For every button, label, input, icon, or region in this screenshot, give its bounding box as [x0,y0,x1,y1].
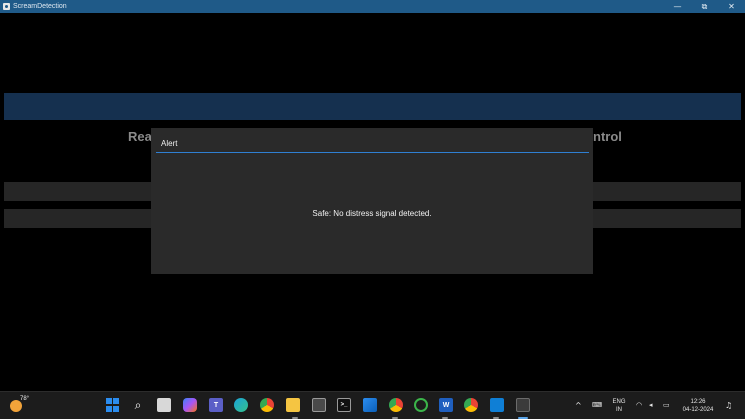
language-indicator[interactable]: ENG IN [609,398,629,414]
vscode-icon[interactable] [490,398,504,412]
weather-widget[interactable]: 78° [10,396,40,416]
wifi-icon[interactable]: ◠ [636,401,642,409]
notification-bell-icon[interactable]: ♫ [725,401,732,410]
folder-icon[interactable] [286,398,300,412]
header-banner [4,93,741,120]
alert-dialog: Alert Safe: No distress signal detected. [151,128,593,274]
weather-temperature: 78° [20,396,30,402]
camera-icon[interactable] [312,398,326,412]
task-view-icon[interactable] [157,398,171,412]
minimize-button[interactable]: — [664,0,691,13]
page-heading-left: Rea [128,129,152,144]
window-title: ScreamDetection [13,3,67,10]
app-icon [3,3,10,10]
keyboard-icon[interactable]: ⌨ [592,401,602,409]
terminal-icon[interactable]: >_ [337,398,351,412]
photos-icon[interactable] [363,398,377,412]
page-heading-right: ntrol [593,129,622,144]
dialog-message: Safe: No distress signal detected. [312,209,432,218]
volume-icon[interactable]: ◂ [649,401,653,409]
copilot-icon[interactable] [183,398,197,412]
restore-button[interactable]: ⧉ [691,0,718,13]
region-code: IN [616,407,622,413]
chrome-icon[interactable] [260,398,274,412]
edge-icon[interactable] [234,398,248,412]
clock-date: 04-12-2024 [682,407,714,413]
chevron-up-icon[interactable]: ^ [575,401,582,410]
battery-icon[interactable]: ▭ [663,401,670,409]
teams-icon[interactable]: T [209,398,223,412]
search-icon[interactable]: ⌕ [131,398,145,412]
clock[interactable]: 12:26 04-12-2024 [680,398,716,414]
clock-time: 12:26 [690,399,706,405]
python-icon[interactable] [516,398,530,412]
language-code: ENG [612,399,626,405]
taskbar: 78° ⌕ T >_ W ^ ⌨ ENG IN ◠ ◂ ▭ 12:26 04-1… [0,391,745,419]
dialog-title: Alert [161,139,178,148]
windows-logo-icon[interactable] [105,398,119,412]
chrome-profile-icon[interactable] [389,398,403,412]
window-controls: — ⧉ ✕ [664,0,745,13]
close-button[interactable]: ✕ [718,0,745,13]
word-icon[interactable]: W [439,398,453,412]
dialog-divider [156,152,589,153]
chrome-2-icon[interactable] [464,398,478,412]
window-titlebar: ScreamDetection — ⧉ ✕ [0,0,745,13]
ring-icon[interactable] [414,398,428,412]
